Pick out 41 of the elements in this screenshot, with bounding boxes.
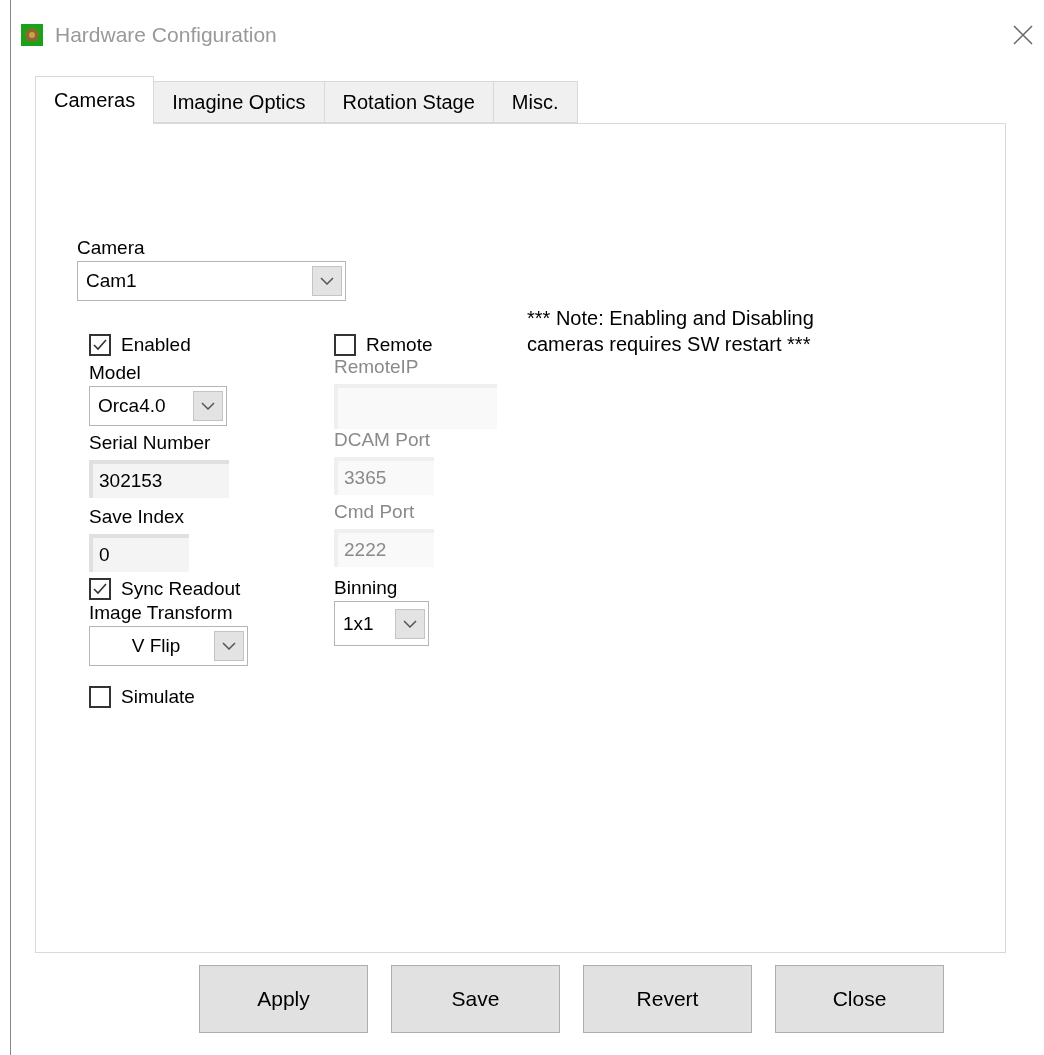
checkbox-label: Enabled — [121, 334, 191, 356]
checkbox[interactable] — [89, 334, 111, 356]
dropdown[interactable]: V Flip — [89, 626, 248, 666]
note-text: *** Note: Enabling and Disabling cameras requires SW restart *** — [527, 306, 815, 357]
field-label: Save Index — [89, 506, 186, 528]
checkbox[interactable] — [334, 334, 356, 356]
checkmark-icon — [92, 582, 108, 596]
checkbox-label: Sync Readout — [121, 578, 241, 600]
dialog-button[interactable]: Revert — [583, 965, 752, 1033]
field-label: Image Transform — [89, 602, 234, 624]
tab[interactable]: Rotation Stage — [323, 81, 494, 123]
dialog-button[interactable]: Save — [391, 965, 560, 1033]
window-title: Hardware Configuration — [55, 23, 278, 47]
checkmark-icon — [92, 338, 108, 352]
dropdown[interactable]: Orca4.0 — [89, 386, 227, 426]
field-label: RemoteIP — [334, 356, 420, 378]
checkbox-label: Simulate — [121, 686, 195, 708]
field-label: Model — [89, 362, 142, 384]
input-field[interactable]: 302153 — [89, 460, 229, 498]
field-label: Binning — [334, 577, 399, 599]
checkbox-label: Remote — [366, 334, 433, 356]
tab[interactable]: Cameras — [35, 76, 155, 124]
dropdown[interactable]: Cam1 — [77, 261, 346, 301]
chevron-down-icon — [201, 402, 215, 410]
checkbox[interactable] — [89, 686, 111, 708]
field-label: Serial Number — [89, 432, 212, 454]
chevron-down-icon — [222, 642, 236, 650]
tab[interactable]: Misc. — [492, 81, 578, 123]
close-icon[interactable] — [1012, 24, 1034, 46]
chevron-down-icon — [403, 619, 417, 628]
dropdown[interactable]: 1x1 — [334, 601, 429, 646]
field-label: Camera — [77, 237, 146, 259]
input-field[interactable]: 0 — [89, 534, 189, 572]
field-label: DCAM Port — [334, 429, 432, 451]
chevron-down-icon — [320, 277, 334, 285]
checkbox[interactable] — [89, 578, 111, 600]
field-label: Cmd Port — [334, 501, 416, 523]
tab[interactable]: Imagine Optics — [153, 81, 325, 123]
app-icon — [21, 24, 43, 46]
dialog-button[interactable]: Apply — [199, 965, 368, 1033]
dialog-button[interactable]: Close — [775, 965, 944, 1033]
